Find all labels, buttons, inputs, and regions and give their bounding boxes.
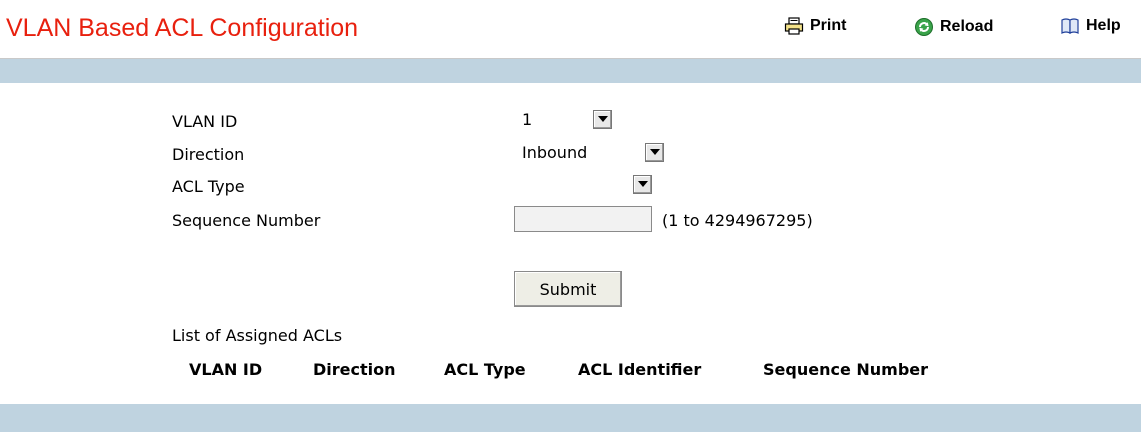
print-button[interactable]: Print — [784, 17, 846, 35]
sequence-number-hint: (1 to 4294967295) — [662, 211, 813, 230]
chevron-down-icon[interactable] — [593, 109, 612, 129]
top-band — [0, 59, 1141, 83]
page-title: VLAN Based ACL Configuration — [6, 14, 359, 42]
acl-type-select[interactable] — [514, 173, 652, 195]
submit-button[interactable]: Submit — [514, 271, 622, 307]
printer-icon — [784, 17, 804, 35]
column-header-direction: Direction — [313, 360, 396, 379]
sequence-number-label: Sequence Number — [172, 211, 321, 230]
vlan-id-select[interactable]: 1 — [514, 108, 612, 130]
help-button[interactable]: Help — [1060, 17, 1121, 35]
reload-button[interactable]: Reload — [914, 17, 993, 37]
help-book-icon — [1061, 18, 1079, 34]
vlan-id-label: VLAN ID — [172, 112, 238, 131]
page-header: VLAN Based ACL Configuration Print Reloa… — [0, 0, 1141, 59]
assigned-acls-heading: List of Assigned ACLs — [172, 326, 343, 345]
direction-value: Inbound — [522, 142, 588, 162]
bottom-band — [0, 404, 1141, 432]
reload-icon — [915, 18, 933, 36]
column-header-sequence-number: Sequence Number — [763, 360, 929, 379]
column-header-acl-type: ACL Type — [444, 360, 526, 379]
sequence-number-input[interactable] — [514, 206, 652, 232]
print-label: Print — [810, 17, 847, 34]
acl-type-label: ACL Type — [172, 177, 245, 196]
direction-select[interactable]: Inbound — [514, 141, 664, 163]
column-header-acl-identifier: ACL Identifier — [578, 360, 702, 379]
chevron-down-icon[interactable] — [633, 174, 652, 194]
direction-label: Direction — [172, 145, 245, 164]
help-label: Help — [1086, 17, 1121, 34]
chevron-down-icon[interactable] — [645, 142, 664, 162]
vlan-id-value: 1 — [522, 109, 533, 129]
reload-label: Reload — [940, 18, 994, 35]
column-header-vlan-id: VLAN ID — [189, 360, 263, 379]
